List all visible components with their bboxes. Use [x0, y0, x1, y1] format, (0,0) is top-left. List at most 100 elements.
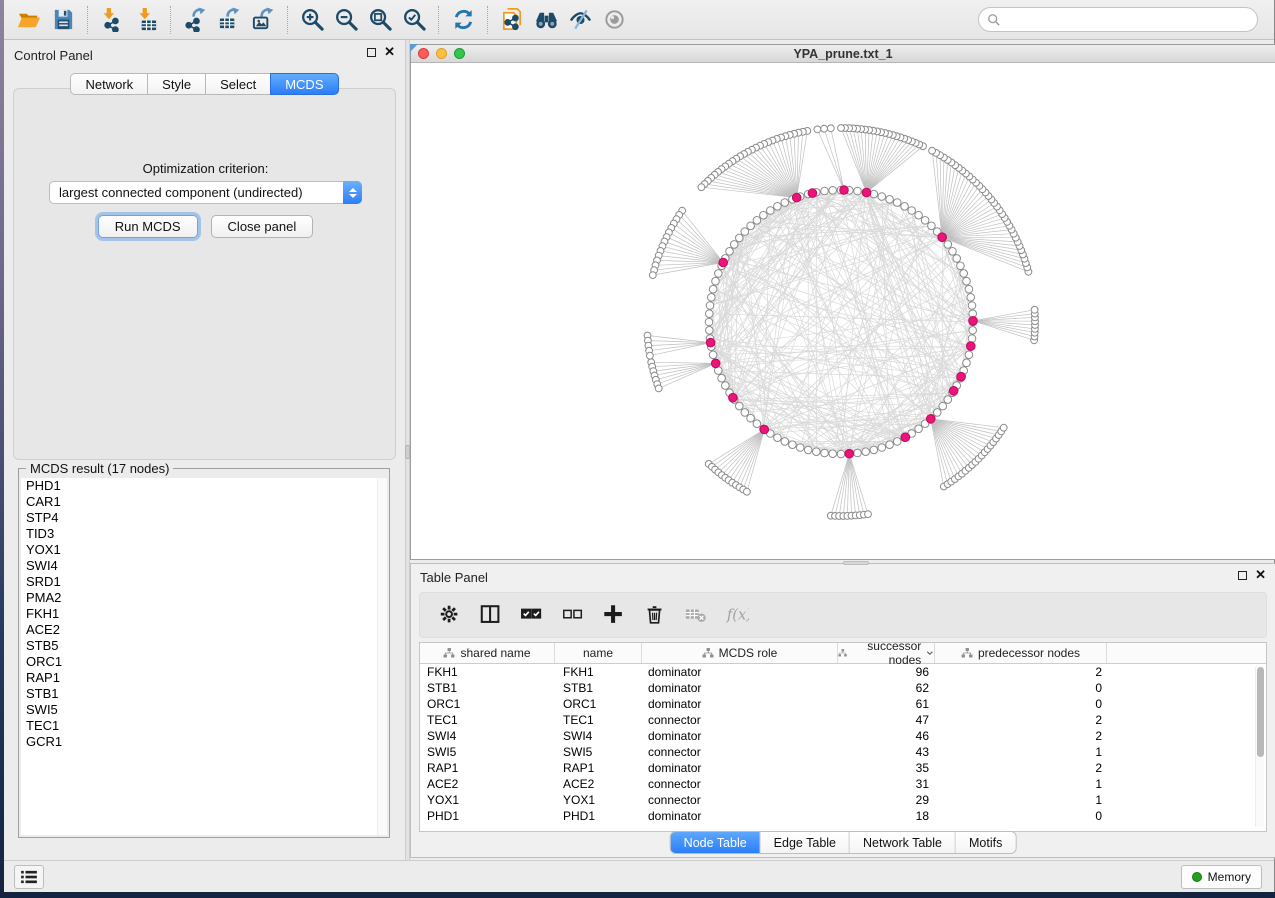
mcds-result-item[interactable]: TID3	[21, 526, 387, 542]
toolbar-separator	[170, 6, 171, 34]
tab-style[interactable]: Style	[147, 73, 205, 95]
mcds-result-item[interactable]: RAP1	[21, 670, 387, 686]
mcds-hub-node	[845, 449, 854, 458]
table-cell: dominator	[642, 665, 838, 679]
mcds-result-item[interactable]: STB1	[21, 686, 387, 702]
delete-columns-icon[interactable]	[641, 601, 669, 629]
column-header-successor-nodes[interactable]: successor nodes	[838, 643, 935, 663]
close-table-panel-icon[interactable]: ✕	[1255, 570, 1266, 580]
table-row[interactable]: ORC1ORC1dominator610	[420, 696, 1266, 712]
mcds-result-item[interactable]: TEC1	[21, 718, 387, 734]
deselect-all-icon[interactable]	[559, 601, 587, 629]
tab-mcds[interactable]: MCDS	[270, 73, 338, 95]
table-row[interactable]: TEC1TEC1connector472	[420, 712, 1266, 728]
duplicate-network-button[interactable]	[495, 4, 529, 36]
mcds-result-item[interactable]: GCR1	[21, 734, 387, 750]
mcds-list-scrollbar[interactable]	[377, 478, 387, 835]
network-graph-svg	[411, 63, 1275, 559]
apply-layout-button[interactable]	[446, 4, 480, 36]
mcds-result-item[interactable]: SWI5	[21, 702, 387, 718]
show-columns-icon[interactable]	[477, 601, 505, 629]
float-panel-icon[interactable]	[367, 48, 376, 57]
toolbar-separator	[287, 6, 288, 34]
mcds-result-item[interactable]: ORC1	[21, 654, 387, 670]
network-graph-canvas[interactable]	[411, 63, 1275, 559]
network-window-titlebar[interactable]: YPA_prune.txt_1	[411, 45, 1275, 63]
table-cell: ORC1	[555, 697, 642, 711]
float-table-panel-icon[interactable]	[1238, 571, 1247, 580]
tab-edge-table[interactable]: Edge Table	[761, 832, 850, 853]
table-cell: 35	[838, 761, 935, 775]
table-row[interactable]: SWI5SWI5connector431	[420, 744, 1266, 760]
create-column-icon[interactable]	[600, 601, 628, 629]
table-cell: FKH1	[420, 665, 555, 679]
table-settings-icon[interactable]	[436, 601, 464, 629]
tab-node-table[interactable]: Node Table	[671, 832, 761, 853]
table-toolbar: f(x)	[419, 592, 1267, 638]
import-network-button[interactable]	[95, 4, 129, 36]
mcds-result-item[interactable]: ACE2	[21, 622, 387, 638]
select-stepper-icon[interactable]	[343, 181, 362, 204]
mcds-result-item[interactable]: SWI4	[21, 558, 387, 574]
table-row[interactable]: RAP1RAP1dominator352	[420, 760, 1266, 776]
table-row[interactable]: PHD1PHD1dominator180	[420, 808, 1266, 824]
mcds-result-item[interactable]: SRD1	[21, 574, 387, 590]
import-table-button[interactable]	[129, 4, 163, 36]
column-header-predecessor-nodes[interactable]: predecessor nodes	[935, 643, 1107, 663]
close-panel-icon[interactable]: ✕	[384, 47, 395, 57]
table-cell: 61	[838, 697, 935, 711]
mcds-result-item[interactable]: YOX1	[21, 542, 387, 558]
column-header-shared-name[interactable]: shared name	[420, 643, 555, 663]
select-all-icon[interactable]	[518, 601, 546, 629]
task-history-button[interactable]	[14, 865, 44, 889]
tab-network-table[interactable]: Network Table	[850, 832, 956, 853]
memory-button[interactable]: Memory	[1181, 865, 1262, 889]
tab-motifs[interactable]: Motifs	[956, 832, 1015, 853]
export-table-button[interactable]	[212, 4, 246, 36]
hide-graphics-details-button[interactable]	[563, 4, 597, 36]
mcds-result-item[interactable]: CAR1	[21, 494, 387, 510]
table-scrollbar-thumb[interactable]	[1257, 667, 1264, 757]
mcds-result-item[interactable]: PHD1	[21, 478, 387, 494]
tab-select[interactable]: Select	[205, 73, 270, 95]
zoom-out-button[interactable]	[329, 4, 363, 36]
zoom-selected-button[interactable]	[397, 4, 431, 36]
table-panel-title: Table Panel	[420, 570, 488, 585]
run-mcds-button[interactable]: Run MCDS	[98, 215, 198, 238]
table-row[interactable]: ACE2ACE2connector311	[420, 776, 1266, 792]
save-session-button[interactable]	[46, 4, 80, 36]
table-cell: 0	[935, 809, 1107, 823]
column-header-MCDS-role[interactable]: MCDS role	[642, 643, 838, 663]
mcds-result-item[interactable]: STP4	[21, 510, 387, 526]
table-row[interactable]: YOX1YOX1connector291	[420, 792, 1266, 808]
table-body: FKH1FKH1dominator962STB1STB1dominator620…	[420, 664, 1266, 824]
column-header-name[interactable]: name	[555, 643, 642, 663]
svg-text:f(x): f(x)	[726, 607, 749, 624]
splitter-collapse-icon[interactable]	[410, 44, 418, 52]
table-row[interactable]: SWI4SWI4dominator462	[420, 728, 1266, 744]
table-scrollbar[interactable]	[1255, 667, 1264, 827]
close-panel-button[interactable]: Close panel	[211, 215, 314, 238]
mcds-hub-node	[719, 258, 728, 267]
table-cell: TEC1	[420, 713, 555, 727]
search-field[interactable]	[978, 7, 1258, 32]
table-row[interactable]: FKH1FKH1dominator962	[420, 664, 1266, 680]
export-image-button[interactable]	[246, 4, 280, 36]
show-graphics-details-button[interactable]	[597, 4, 631, 36]
mcds-result-item[interactable]: PMA2	[21, 590, 387, 606]
table-cell: SWI4	[555, 729, 642, 743]
criterion-select[interactable]: largest connected component (undirected)	[49, 181, 362, 204]
tab-network[interactable]: Network	[70, 73, 147, 95]
zoom-fit-button[interactable]	[363, 4, 397, 36]
mcds-result-item[interactable]: FKH1	[21, 606, 387, 622]
search-network-button[interactable]	[529, 4, 563, 36]
mcds-result-item[interactable]: STB5	[21, 638, 387, 654]
table-row[interactable]: STB1STB1dominator620	[420, 680, 1266, 696]
export-network-button[interactable]	[178, 4, 212, 36]
horizontal-splitter-grip[interactable]	[843, 561, 869, 565]
open-file-button[interactable]	[12, 4, 46, 36]
search-input[interactable]	[1006, 13, 1249, 27]
zoom-in-button[interactable]	[295, 4, 329, 36]
mcds-result-list[interactable]: PHD1CAR1STP4TID3YOX1SWI4SRD1PMA2FKH1ACE2…	[21, 478, 387, 835]
desktop: { "toolbar": { "groups": [ ["open-file",…	[0, 0, 1275, 898]
